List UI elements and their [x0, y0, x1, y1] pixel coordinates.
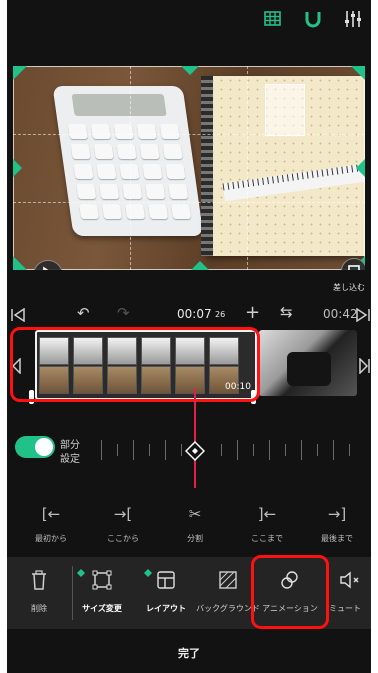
trim-from-here-label: ここから: [107, 534, 139, 543]
split-label: 分割: [187, 534, 203, 543]
play-button[interactable]: [33, 260, 63, 270]
sliders-icon[interactable]: [343, 9, 363, 29]
replace-button[interactable]: [341, 258, 365, 270]
layout-button[interactable]: レイアウト: [133, 570, 199, 614]
next-clip-icon[interactable]: [359, 358, 371, 374]
trim-start-icon: [←: [41, 505, 61, 523]
resize-icon: [92, 570, 112, 590]
background-icon: [219, 571, 237, 589]
trim-end-label: 最後まで: [321, 534, 353, 543]
delete-label: 削除: [31, 604, 47, 613]
next-clip[interactable]: [259, 330, 357, 396]
crop-handle-right[interactable]: [355, 159, 365, 177]
top-toolbar: [7, 0, 371, 40]
crop-handle-left[interactable]: [13, 159, 23, 177]
magnet-icon[interactable]: [303, 9, 323, 29]
crop-handle-top-left[interactable]: [13, 66, 27, 80]
partial-setting-label-2: 設定: [60, 454, 80, 465]
crop-handle-top-right[interactable]: [351, 66, 365, 80]
total-time: 00:42: [323, 307, 358, 321]
mute-button[interactable]: ミュート: [329, 570, 371, 614]
grid-icon[interactable]: [263, 9, 283, 29]
trim-to-here-label: ここまで: [251, 534, 283, 543]
swap-icon[interactable]: ⇆: [280, 305, 293, 320]
trim-start-label: 最初から: [35, 534, 67, 543]
mute-label: ミュート: [329, 604, 361, 613]
trash-icon: [32, 570, 46, 590]
partial-setting-label-1: 部分: [60, 440, 80, 451]
layout-label: レイアウト: [146, 604, 186, 613]
keyframe-indicator-icon: [144, 569, 152, 577]
crop-handle-bottom-left[interactable]: [13, 256, 27, 270]
crop-handle-bottom[interactable]: [191, 260, 209, 270]
app-screen: 差し込む ↶ ↷ 00:07 26 + ⇆ 00:42 00:10 部分 設定 …: [7, 0, 371, 673]
crop-handle-top[interactable]: [181, 66, 199, 76]
trim-from-here-icon: →[: [113, 505, 133, 523]
playhead-line: [194, 388, 196, 488]
trim-start-button[interactable]: [← 最初から: [23, 505, 79, 544]
split-icon: ✂: [188, 505, 202, 523]
replace-label: 差し込む: [333, 283, 365, 292]
play-icon: [43, 266, 49, 270]
highlight-clip: [10, 327, 260, 402]
done-button[interactable]: 完了: [7, 645, 371, 661]
video-preview[interactable]: [13, 66, 365, 270]
jump-to-end-icon[interactable]: [355, 308, 371, 322]
add-icon[interactable]: +: [245, 304, 260, 322]
layout-icon: [157, 571, 175, 589]
current-time: 00:07: [177, 307, 212, 321]
redo-icon[interactable]: ↷: [117, 306, 130, 321]
trim-to-here-icon: ]←: [257, 505, 277, 523]
camera-thumbnail: [287, 352, 331, 386]
trim-from-here-button[interactable]: →[ ここから: [95, 505, 151, 544]
jump-to-start-icon[interactable]: [10, 308, 26, 322]
trim-end-icon: →]: [327, 505, 347, 523]
highlight-animation: [251, 555, 329, 629]
stop-square-icon: [348, 265, 360, 270]
preview-frame: [13, 66, 365, 270]
trim-to-here-button[interactable]: ]← ここまで: [239, 505, 295, 544]
split-button[interactable]: ✂ 分割: [167, 505, 223, 544]
mute-icon: [340, 571, 359, 589]
keyframe-diamond-icon[interactable]: [185, 441, 205, 461]
resize-label: サイズ変更: [82, 604, 122, 613]
keyframe-indicator-icon: [77, 569, 85, 577]
timeline-control-bar: ↶ ↷ 00:07 26 + ⇆ 00:42: [7, 302, 371, 326]
partial-setting-toggle[interactable]: [15, 436, 55, 458]
delete-button[interactable]: 削除: [9, 570, 69, 614]
trim-end-button[interactable]: →] 最後まで: [309, 505, 365, 544]
undo-icon[interactable]: ↶: [77, 306, 90, 321]
current-frame: 26: [215, 310, 226, 319]
